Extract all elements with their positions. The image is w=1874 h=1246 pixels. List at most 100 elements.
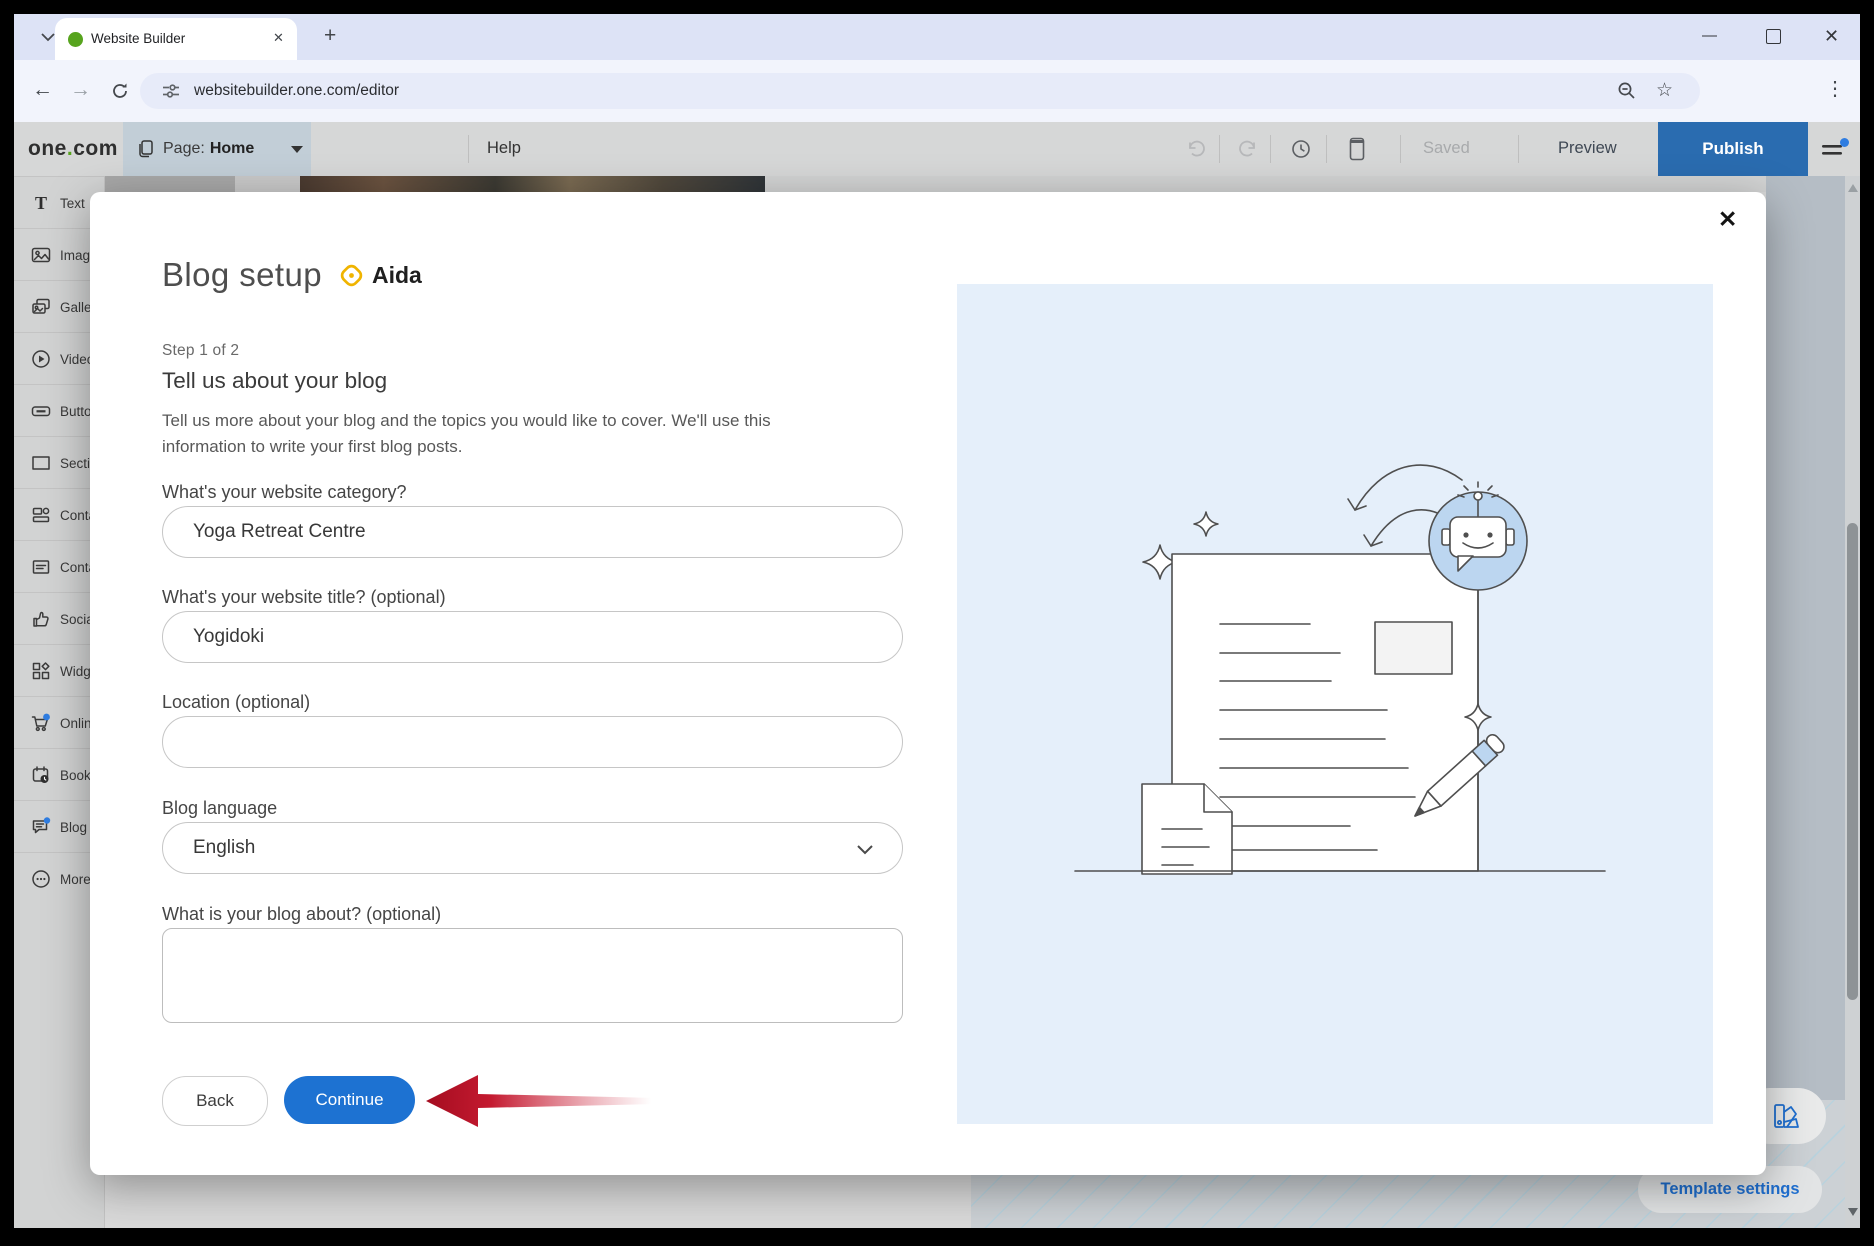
window-close-button[interactable]: ✕ — [1824, 27, 1839, 45]
text-icon: T — [31, 193, 51, 213]
help-button[interactable]: Help — [487, 139, 521, 158]
scroll-up-icon[interactable] — [1848, 184, 1858, 192]
zoom-out-icon[interactable] — [1617, 81, 1637, 101]
thumbs-up-icon — [31, 609, 51, 629]
tab-title: Website Builder — [91, 31, 185, 46]
history-icon[interactable] — [1290, 138, 1312, 160]
blog-about-textarea[interactable] — [162, 928, 903, 1023]
app-window: Website Builder ✕ + — ✕ ← → websitebuild… — [0, 0, 1874, 1246]
modal-title: Blog setup — [162, 256, 322, 294]
robot-icon — [1429, 482, 1527, 590]
new-tab-button[interactable]: + — [324, 25, 336, 46]
page-selector-label: Page: — [163, 140, 205, 158]
aida-brand-label: Aida — [372, 262, 422, 289]
reload-button[interactable] — [110, 81, 130, 101]
back-button[interactable]: ← — [32, 79, 53, 100]
page-hero-image-peek — [300, 176, 765, 192]
editor-menu-icon[interactable] — [1820, 136, 1850, 162]
toolbar-divider — [1326, 135, 1327, 163]
modal-heading: Tell us about your blog — [162, 368, 387, 394]
location-label: Location (optional) — [162, 692, 310, 713]
url-text[interactable]: websitebuilder.one.com/editor — [194, 82, 399, 100]
one-com-logo: one.com — [28, 137, 118, 161]
tab-close-icon[interactable]: ✕ — [273, 31, 284, 44]
site-settings-icon[interactable] — [162, 82, 180, 100]
button-icon — [31, 401, 51, 421]
location-input[interactable] — [162, 716, 903, 768]
page-selector[interactable]: Page: Home — [123, 122, 311, 176]
sparkle-icon — [1194, 512, 1218, 536]
save-status: Saved — [1423, 139, 1470, 158]
category-input[interactable] — [162, 506, 903, 558]
more-icon — [31, 869, 51, 889]
window-maximize-button[interactable] — [1766, 29, 1781, 44]
toolbar-divider — [1518, 135, 1519, 163]
image-icon — [31, 245, 51, 265]
arrow-head — [1364, 535, 1382, 546]
arrow-head — [1348, 499, 1366, 510]
forward-button[interactable]: → — [70, 79, 91, 100]
window-minimize-button[interactable]: — — [1702, 28, 1717, 43]
modal-description: Tell us more about your blog and the top… — [162, 408, 822, 461]
tab-strip: Website Builder ✕ + — ✕ — [14, 14, 1860, 60]
scroll-down-icon[interactable] — [1848, 1208, 1858, 1216]
category-label: What's your website category? — [162, 482, 407, 503]
website-title-label: What's your website title? (optional) — [162, 587, 446, 608]
image-placeholder-shape — [1375, 622, 1452, 674]
step-indicator: Step 1 of 2 — [162, 342, 239, 360]
preview-button[interactable]: Preview — [1558, 139, 1617, 158]
red-arrow-annotation — [424, 1072, 662, 1130]
booking-calendar-icon — [31, 765, 51, 785]
window-frame-bottom — [0, 1228, 1874, 1246]
website-title-input[interactable] — [162, 611, 903, 663]
page-peek-strip — [235, 176, 300, 192]
blog-language-label: Blog language — [162, 798, 277, 819]
continue-button[interactable]: Continue — [284, 1076, 415, 1124]
back-button[interactable]: Back — [162, 1076, 268, 1126]
template-settings-label: Template settings — [1660, 1180, 1799, 1199]
palette-swatch-icon — [1772, 1102, 1802, 1130]
toolbar-divider — [468, 135, 469, 163]
site-favicon — [68, 32, 83, 47]
dimmed-page-right — [1766, 176, 1845, 1106]
chevron-down-icon — [856, 844, 874, 855]
modal-close-icon[interactable]: ✕ — [1718, 206, 1737, 233]
aida-illustration-panel — [957, 284, 1713, 1124]
blog-language-select[interactable]: English — [162, 822, 903, 874]
browser-menu-icon[interactable]: ⋮ — [1825, 79, 1845, 99]
toolbar-divider — [1400, 135, 1401, 163]
section-icon — [31, 453, 51, 473]
address-bar[interactable]: websitebuilder.one.com/editor ☆ — [140, 73, 1700, 109]
blog-icon — [31, 817, 51, 837]
bookmark-star-icon[interactable]: ☆ — [1656, 79, 1673, 102]
browser-toolbar: ← → websitebuilder.one.com/editor ☆ ⋮ — [14, 60, 1860, 122]
toolbar-divider — [1219, 135, 1220, 163]
page-peek-strip — [765, 176, 1766, 192]
page-peek-strip — [104, 176, 235, 192]
page-scrollbar[interactable] — [1845, 176, 1860, 1228]
contact-form-icon — [31, 557, 51, 577]
shopping-cart-icon — [31, 713, 51, 733]
video-play-icon — [31, 349, 51, 369]
mobile-preview-icon[interactable] — [1348, 137, 1366, 161]
blog-illustration — [957, 284, 1713, 1124]
modal-title-row: Blog setup Aida — [162, 256, 422, 294]
aida-logo-icon — [338, 262, 365, 289]
page-selector-caret-icon — [291, 146, 303, 154]
browser-tab[interactable]: Website Builder ✕ — [55, 18, 297, 60]
blog-about-label: What is your blog about? (optional) — [162, 904, 441, 925]
pages-icon — [136, 139, 156, 159]
svg-text:T: T — [35, 193, 47, 213]
contact-card-icon — [31, 505, 51, 525]
blog-language-value: English — [193, 837, 255, 859]
scrollbar-thumb[interactable] — [1847, 523, 1858, 1000]
redo-icon[interactable] — [1236, 139, 1258, 159]
blog-setup-modal: ✕ Blog setup Aida Step 1 of 2 Tell us ab… — [90, 192, 1766, 1175]
gallery-icon — [31, 297, 51, 317]
editor-toolbar: one.com Page: Home Help Saved Preview Pu… — [14, 122, 1860, 176]
tab-search-chevron-icon[interactable] — [40, 31, 56, 43]
undo-icon[interactable] — [1186, 139, 1208, 159]
dimmed-page-bottom — [104, 1175, 971, 1228]
toolbar-divider — [1270, 135, 1271, 163]
publish-button[interactable]: Publish — [1658, 122, 1808, 176]
